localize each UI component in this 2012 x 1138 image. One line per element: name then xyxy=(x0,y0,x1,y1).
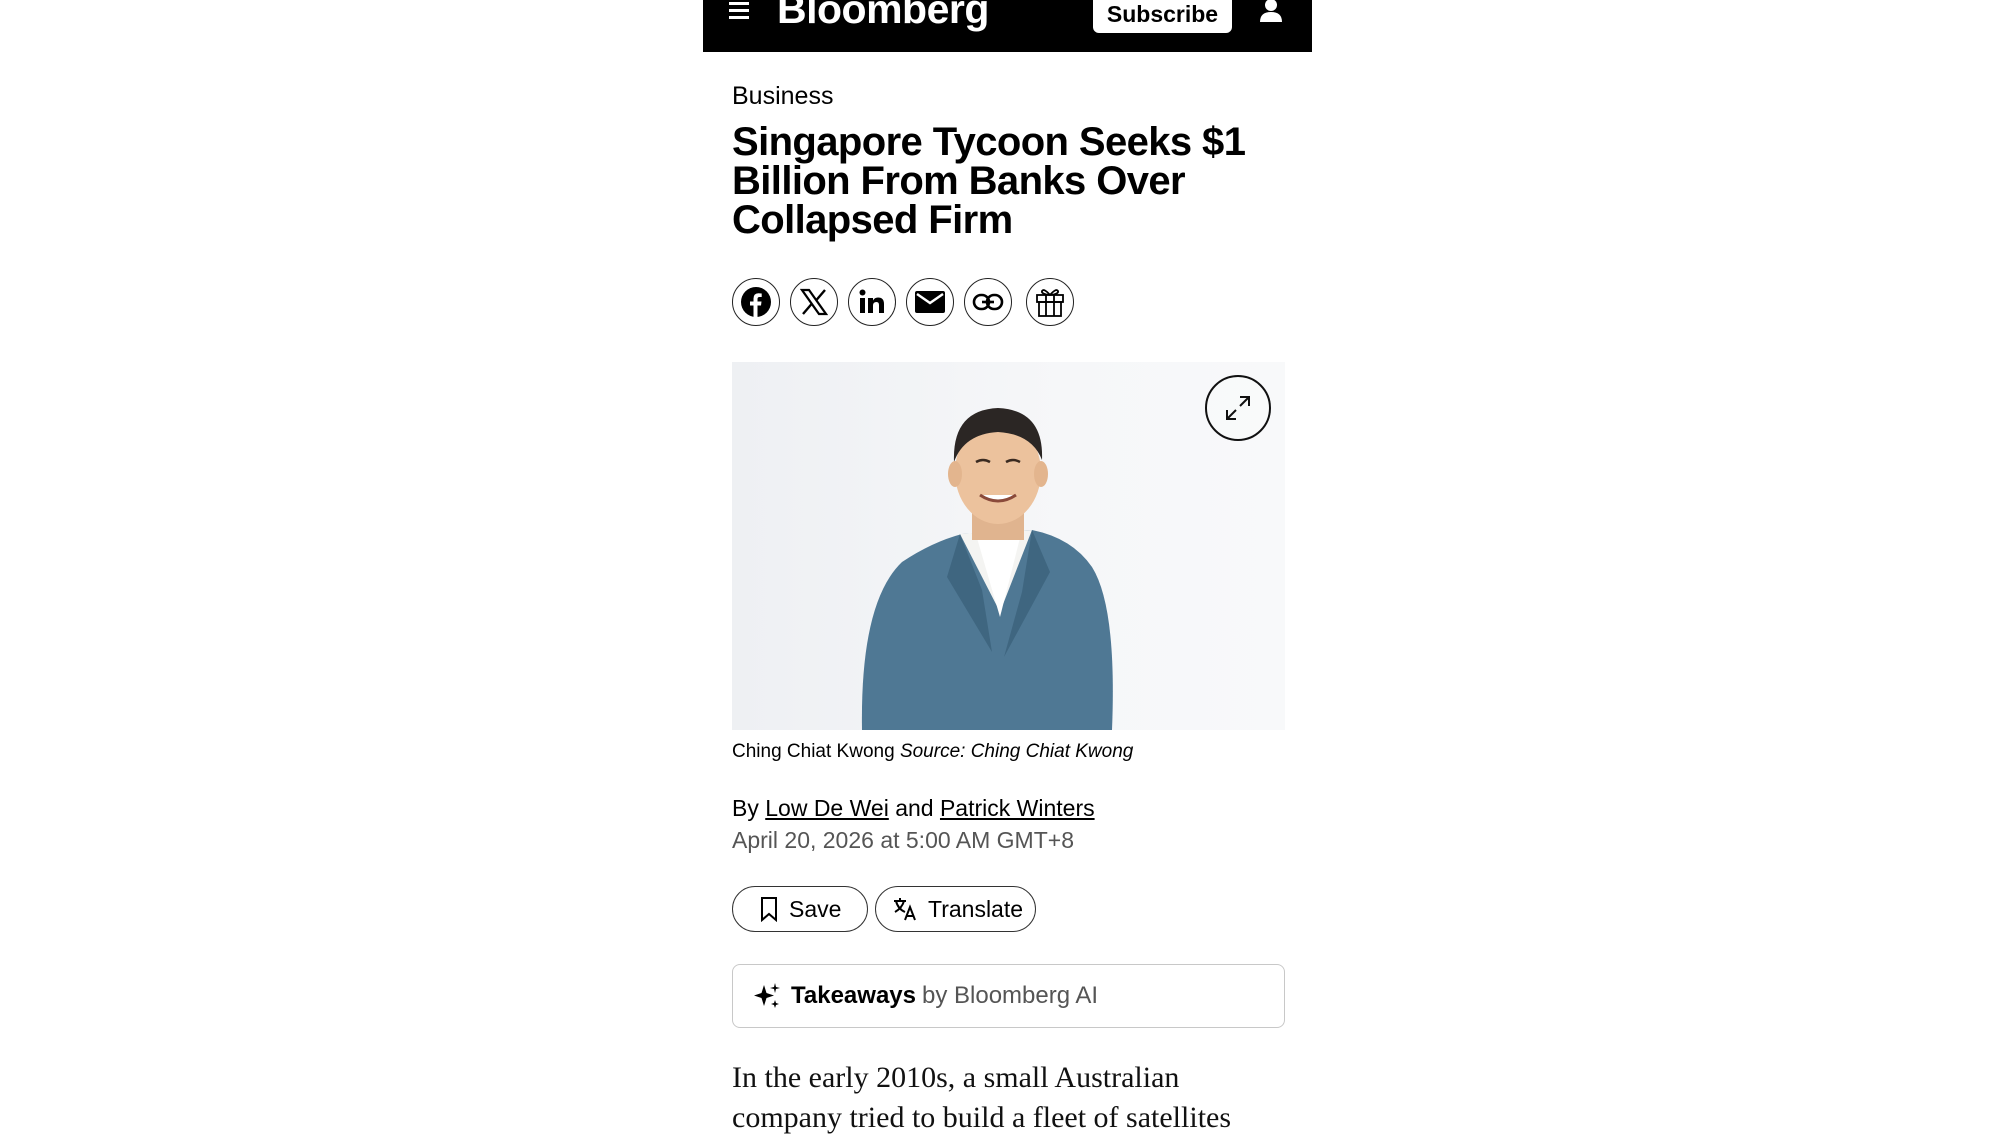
expand-icon xyxy=(1226,396,1250,420)
byline-and: and xyxy=(895,795,934,821)
bookmark-icon xyxy=(761,897,777,922)
byline-prefix: By xyxy=(732,795,759,821)
gift-article-button[interactable] xyxy=(1026,278,1074,326)
x-icon xyxy=(800,288,828,316)
author-link-1[interactable]: Low De Wei xyxy=(765,795,889,821)
author-link-2[interactable]: Patrick Winters xyxy=(940,795,1095,821)
caption-source: Source: Ching Chiat Kwong xyxy=(899,741,1134,762)
top-nav-bar: Bloomberg Subscribe xyxy=(703,0,1312,52)
headline: Singapore Tycoon Seeks $1 Billion From B… xyxy=(732,120,1246,242)
byline: By Low De Wei and Patrick Winters xyxy=(732,795,1095,822)
expand-image-button[interactable] xyxy=(1205,375,1271,441)
translate-button[interactable]: Translate xyxy=(875,886,1036,932)
share-bar xyxy=(732,278,1084,326)
article-column: Bloomberg Subscribe Business Singapore T… xyxy=(703,0,1312,1134)
publish-date: April 20, 2026 at 5:00 AM GMT+8 xyxy=(732,827,1074,853)
portrait-image xyxy=(861,408,1113,730)
image-caption: Ching Chiat Kwong Source: Ching Chiat Kw… xyxy=(732,741,1133,763)
bloomberg-logo[interactable]: Bloomberg xyxy=(777,0,989,33)
caption-text: Ching Chiat Kwong xyxy=(732,741,895,762)
copy-link-button[interactable] xyxy=(964,278,1012,326)
translate-label: Translate xyxy=(928,895,1024,922)
takeaways-panel[interactable]: Takeaways by Bloomberg AI xyxy=(732,964,1285,1028)
subscribe-button[interactable]: Subscribe xyxy=(1093,0,1232,33)
article-body-paragraph: In the early 2010s, a small Australian c… xyxy=(732,1061,1232,1134)
hamburger-icon[interactable] xyxy=(727,0,753,26)
facebook-share-button[interactable] xyxy=(732,278,780,326)
link-icon xyxy=(972,293,1004,311)
save-button[interactable]: Save xyxy=(732,886,868,932)
article-photo[interactable] xyxy=(732,362,1285,730)
linkedin-share-button[interactable] xyxy=(848,278,896,326)
takeaways-by: by Bloomberg AI xyxy=(921,982,1099,1009)
x-share-button[interactable] xyxy=(790,278,838,326)
facebook-icon xyxy=(741,287,771,317)
linkedin-icon xyxy=(859,289,884,313)
translate-icon xyxy=(894,898,916,921)
email-icon xyxy=(915,291,945,313)
takeaways-label: Takeaways xyxy=(791,982,916,1009)
user-icon[interactable] xyxy=(1258,0,1284,24)
save-label: Save xyxy=(789,895,842,922)
section-label[interactable]: Business xyxy=(732,82,833,111)
gift-icon xyxy=(1036,289,1064,317)
email-share-button[interactable] xyxy=(906,278,954,326)
sparkle-icon xyxy=(754,983,780,1008)
